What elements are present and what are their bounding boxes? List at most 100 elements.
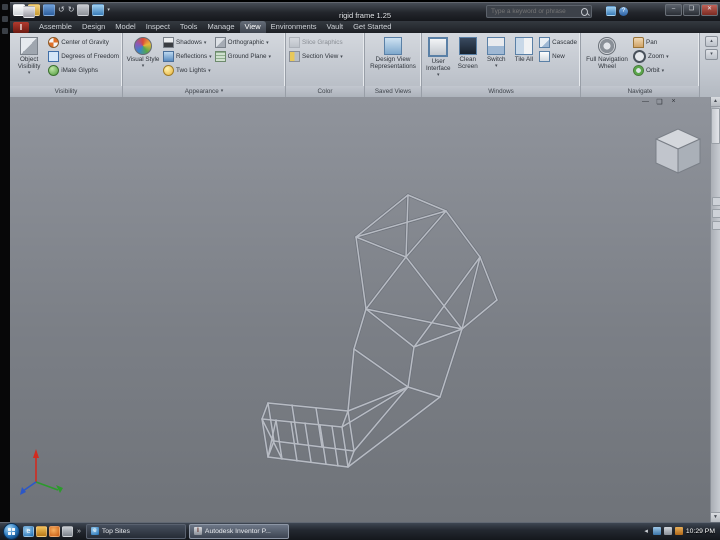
chevron-down-icon: ▾ (203, 39, 207, 46)
iproperties-icon[interactable] (92, 4, 105, 16)
cascade-button[interactable]: Cascade (539, 36, 577, 49)
model-viewport[interactable]: — ❑ × ▲ ▼ (10, 97, 720, 522)
full-navigation-wheel-button[interactable]: Full Navigation Wheel (584, 36, 630, 86)
user-interface-icon (428, 37, 449, 57)
orbit-button[interactable]: Orbit ▾ (633, 64, 669, 77)
zoom-button[interactable]: Zoom ▾ (633, 50, 669, 63)
doc-minimize-icon[interactable]: — (641, 98, 650, 106)
tab-inspect[interactable]: Inspect (141, 21, 175, 33)
inventor-logo-icon[interactable]: I (13, 22, 29, 33)
navbar-wheel-icon[interactable] (712, 197, 720, 206)
tab-manage[interactable]: Manage (202, 21, 239, 33)
tab-tools[interactable]: Tools (175, 21, 203, 33)
print-icon[interactable] (77, 4, 90, 16)
orthographic-icon (214, 37, 226, 48)
favorites-icon[interactable] (606, 6, 616, 16)
panel-label-appearance[interactable]: Appearance ▾ (123, 86, 285, 97)
orthographic-button[interactable]: Orthographic ▾ (214, 36, 271, 49)
ground-plane-button[interactable]: Ground Plane ▾ (214, 50, 271, 63)
chevron-down-icon: ▾ (208, 67, 211, 74)
imate-glyphs-button[interactable]: iMate Glyphs (48, 64, 119, 77)
ribbon-expand-button[interactable]: ▾ (705, 49, 718, 60)
minimize-button[interactable]: – (665, 4, 682, 16)
tab-design[interactable]: Design (77, 21, 110, 33)
panel-label-visibility: Visibility (10, 86, 122, 97)
network-icon[interactable] (652, 527, 661, 535)
switch-windows-button[interactable]: Switch ▾ (484, 36, 509, 86)
scrollbar-up-icon[interactable]: ▲ (711, 97, 720, 107)
qat-dropdown-icon[interactable]: ▾ (107, 7, 110, 13)
panel-saved-views: Design View Representations Saved Views (365, 33, 422, 97)
chevron-down-icon: ▾ (436, 71, 440, 78)
tab-model[interactable]: Model (110, 21, 140, 33)
shadows-button[interactable]: Shadows ▾ (163, 36, 212, 49)
doc-restore-icon[interactable]: ❑ (655, 98, 664, 106)
shadows-icon (163, 37, 174, 48)
title-bar: ↺ ↻ ▾ rigid frame 1.25 ? – ❑ ✕ (10, 2, 720, 21)
degrees-of-freedom-button[interactable]: Degrees of Freedom (48, 50, 119, 63)
object-visibility-button[interactable]: Object Visibility ▾ (13, 36, 45, 86)
section-view-button[interactable]: Section View ▾ (289, 50, 343, 63)
panel-windows: User Interface ▾ Clean Screen Switch ▾ T… (422, 33, 581, 97)
shadows-label: Shadows (176, 39, 202, 46)
redo-icon[interactable]: ↻ (68, 5, 75, 15)
new-window-icon (539, 51, 551, 62)
navbar-zoom-icon[interactable] (712, 221, 720, 230)
orbit-icon (633, 65, 644, 76)
panel-label-saved-views: Saved Views (365, 86, 421, 97)
tray-collapse-icon[interactable]: ◂ (644, 527, 648, 535)
save-icon[interactable] (43, 4, 55, 16)
clean-screen-icon (458, 37, 477, 55)
taskbar-button-top-sites[interactable]: e Top Sites (85, 523, 186, 539)
view-cube[interactable] (654, 123, 702, 177)
doc-close-icon[interactable]: × (669, 98, 678, 106)
quick-launch-overflow-icon[interactable]: » (77, 528, 81, 535)
help-icon[interactable]: ? (619, 6, 628, 16)
design-view-representations-button[interactable]: Design View Representations (368, 36, 418, 86)
pan-label: Pan (646, 39, 658, 46)
center-of-gravity-button[interactable]: Center of Gravity (48, 36, 119, 49)
ribbon-minimize-button[interactable]: ▴ (705, 36, 718, 47)
start-button[interactable] (3, 522, 20, 540)
user-interface-button[interactable]: User Interface ▾ (425, 36, 451, 86)
pan-button[interactable]: Pan (633, 36, 669, 49)
visual-style-button[interactable]: Visual Style ▾ (126, 36, 160, 86)
orbit-label: Orbit (646, 67, 660, 74)
volume-icon[interactable] (663, 527, 672, 535)
chassis-wireframe-model (260, 193, 499, 469)
tab-assemble[interactable]: Assemble (34, 21, 77, 33)
application-menu-icon[interactable] (23, 6, 35, 18)
quick-launch-mail-icon[interactable] (36, 525, 47, 537)
tab-get-started[interactable]: Get Started (348, 21, 396, 33)
search-input[interactable] (489, 8, 581, 15)
tab-vault[interactable]: Vault (322, 21, 349, 33)
tile-all-icon (514, 37, 533, 55)
object-visibility-icon (20, 37, 39, 55)
panel-label-navigate: Navigate (581, 86, 699, 97)
viewport-scrollbar[interactable]: ▲ ▼ (710, 97, 720, 522)
undo-icon[interactable]: ↺ (58, 5, 65, 15)
scrollbar-down-icon[interactable]: ▼ (711, 512, 720, 522)
reflections-button[interactable]: Reflections ▾ (163, 50, 212, 63)
clean-screen-button[interactable]: Clean Screen (454, 36, 480, 86)
scrollbar-thumb[interactable] (711, 108, 720, 144)
search-icon[interactable] (581, 7, 588, 16)
tab-environments[interactable]: Environments (266, 21, 322, 33)
document-window-controls: — ❑ × (641, 98, 678, 106)
maximize-button[interactable]: ❑ (683, 4, 700, 16)
security-icon[interactable] (674, 527, 683, 535)
navbar-pan-icon[interactable] (712, 209, 720, 218)
taskbar-button-inventor[interactable]: I Autodesk Inventor P... (188, 523, 289, 539)
slice-graphics-button: Slice Graphics (289, 36, 343, 49)
close-button[interactable]: ✕ (701, 4, 718, 16)
tab-view[interactable]: View (239, 21, 266, 33)
quick-launch-ie-icon[interactable]: e (23, 525, 34, 537)
tile-all-button[interactable]: Tile All (512, 36, 537, 86)
quick-launch-media-icon[interactable] (49, 525, 60, 537)
two-lights-button[interactable]: Two Lights ▾ (163, 64, 212, 77)
show-desktop-icon[interactable] (62, 525, 73, 537)
document-title: rigid frame 1.25 (338, 11, 392, 20)
clock[interactable]: 10:29 PM (686, 528, 715, 535)
new-window-button[interactable]: New (539, 50, 577, 63)
chevron-down-icon: ▾ (661, 67, 665, 74)
